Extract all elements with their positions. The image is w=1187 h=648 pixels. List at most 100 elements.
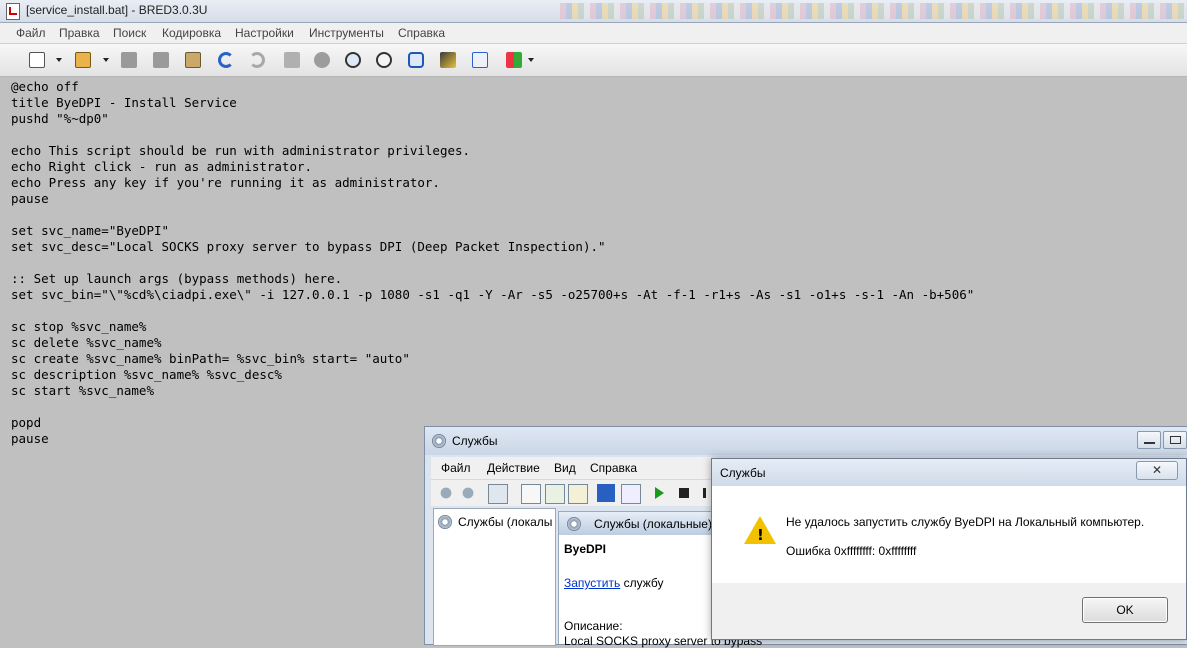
code-line[interactable] — [11, 255, 974, 271]
replace-button[interactable] — [405, 49, 427, 71]
services-gear-icon — [432, 434, 446, 448]
services-menu-file[interactable]: Файл — [441, 461, 471, 475]
code-line[interactable]: set svc_bin="\"%cd%\ciadpi.exe\" -i 127.… — [11, 287, 974, 303]
start-service-link[interactable]: Запустить — [564, 576, 620, 590]
code-line[interactable]: set svc_name="ByeDPI" — [11, 223, 974, 239]
replace-icon — [408, 52, 424, 68]
error-dialog: Службы ✕ ! Не удалось запустить службу B… — [711, 458, 1187, 640]
code-line[interactable]: sc delete %svc_name% — [11, 335, 974, 351]
services-menu-action[interactable]: Действие — [487, 461, 540, 475]
menu-settings[interactable]: Настройки — [235, 26, 294, 40]
warning-exclamation-icon: ! — [757, 526, 764, 544]
services-tree-pane: Службы (локалы — [433, 508, 556, 646]
services-menu-view[interactable]: Вид — [554, 461, 576, 475]
cut-button[interactable] — [311, 49, 333, 71]
menu-edit[interactable]: Правка — [59, 26, 100, 40]
duplicate-icon — [153, 52, 169, 68]
services-minimize-button[interactable] — [1137, 431, 1161, 449]
forward-arrow-icon[interactable] — [459, 484, 477, 502]
error-dialog-title-bar: Службы ✕ — [712, 459, 1186, 486]
editor-menu-bar: Файл Правка Поиск Кодировка Настройки Ин… — [0, 23, 1187, 44]
error-dialog-title: Службы — [720, 466, 766, 480]
services-menu-help[interactable]: Справка — [590, 461, 637, 475]
action-pane-icon[interactable] — [621, 484, 641, 504]
find-next-button[interactable] — [373, 49, 395, 71]
code-line[interactable]: sc create %svc_name% binPath= %svc_bin% … — [11, 351, 974, 367]
services-tree-item[interactable]: Службы (локалы — [458, 515, 554, 529]
delete-lines-icon — [284, 52, 300, 68]
help-icon[interactable] — [597, 484, 615, 502]
menu-help[interactable]: Справка — [398, 26, 445, 40]
error-dialog-body: ! Не удалось запустить службу ByeDPI на … — [712, 486, 1186, 583]
code-line[interactable]: sc start %svc_name% — [11, 383, 974, 399]
script-code[interactable]: @echo off title ByeDPI - Install Service p… — [11, 79, 974, 447]
run-button[interactable] — [469, 49, 491, 71]
minimize-icon — [1144, 442, 1155, 444]
undo-icon — [218, 52, 234, 68]
magnifier-icon — [345, 52, 361, 68]
new-file-icon — [29, 52, 45, 68]
code-line[interactable] — [11, 303, 974, 319]
taskbar-thumbnails-strip — [560, 3, 1187, 19]
code-line[interactable]: set svc_desc="Local SOCKS proxy server t… — [11, 239, 974, 255]
services-tree-gear-icon — [438, 515, 452, 529]
paste-button[interactable] — [182, 49, 204, 71]
redo-button[interactable] — [246, 49, 268, 71]
highlight-button[interactable] — [437, 49, 459, 71]
services-maximize-button[interactable] — [1163, 431, 1187, 449]
error-code: Ошибка 0xffffffff: 0xffffffff — [786, 544, 917, 558]
code-line[interactable]: sc stop %svc_name% — [11, 319, 974, 335]
open-file-button[interactable] — [72, 49, 94, 71]
services-title-bar: Службы — [425, 427, 1187, 455]
export-icon[interactable] — [568, 484, 588, 504]
back-arrow-icon[interactable] — [437, 484, 455, 502]
service-details-pane: ByeDPI Запустить службу Описание: Local … — [558, 535, 762, 648]
code-line[interactable]: @echo off — [11, 79, 974, 95]
find-next-icon — [376, 52, 392, 68]
find-button[interactable] — [342, 49, 364, 71]
code-line[interactable]: :: Set up launch args (bypass methods) h… — [11, 271, 974, 287]
redo-icon — [249, 52, 265, 68]
code-line[interactable]: pause — [11, 191, 974, 207]
delete-lines-button[interactable] — [281, 49, 303, 71]
windows-logo-icon — [506, 52, 522, 68]
error-message: Не удалось запустить службу ByeDPI на Ло… — [786, 515, 1145, 529]
maximize-icon — [1170, 436, 1181, 444]
open-dropdown-icon[interactable] — [103, 58, 109, 62]
description-label: Описание: — [564, 619, 623, 633]
menu-search[interactable]: Поиск — [113, 26, 146, 40]
scissors-icon — [314, 52, 330, 68]
refresh-icon[interactable] — [545, 484, 565, 504]
open-folder-icon — [75, 52, 91, 68]
windows-button[interactable] — [503, 49, 525, 71]
new-dropdown-icon[interactable] — [56, 58, 62, 62]
code-line[interactable]: echo This script should be run with admi… — [11, 143, 974, 159]
code-line[interactable]: title ByeDPI - Install Service — [11, 95, 974, 111]
show-tree-icon[interactable] — [488, 484, 508, 504]
properties-icon[interactable] — [521, 484, 541, 504]
paste-icon — [185, 52, 201, 68]
stop-icon[interactable] — [679, 488, 689, 498]
services-header-gear-icon — [567, 517, 581, 531]
run-icon — [472, 52, 488, 68]
windows-dropdown-icon[interactable] — [528, 58, 534, 62]
services-pane-title: Службы (локальные) — [594, 517, 712, 531]
menu-tools[interactable]: Инструменты — [309, 26, 384, 40]
code-line[interactable]: echo Press any key if you're running it … — [11, 175, 974, 191]
code-line[interactable]: sc description %svc_name% %svc_desc% — [11, 367, 974, 383]
copy-button[interactable] — [118, 49, 140, 71]
close-button[interactable]: ✕ — [1136, 461, 1178, 480]
menu-encoding[interactable]: Кодировка — [162, 26, 221, 40]
play-icon[interactable] — [655, 487, 664, 499]
code-line[interactable]: echo Right click - run as administrator. — [11, 159, 974, 175]
code-line[interactable] — [11, 127, 974, 143]
ok-button[interactable]: OK — [1082, 597, 1168, 623]
code-line[interactable] — [11, 399, 974, 415]
start-service-suffix: службу — [620, 576, 664, 590]
menu-file[interactable]: Файл — [16, 26, 46, 40]
new-file-button[interactable] — [26, 49, 48, 71]
code-line[interactable]: pushd "%~dp0" — [11, 111, 974, 127]
duplicate-button[interactable] — [150, 49, 172, 71]
undo-button[interactable] — [215, 49, 237, 71]
code-line[interactable] — [11, 207, 974, 223]
